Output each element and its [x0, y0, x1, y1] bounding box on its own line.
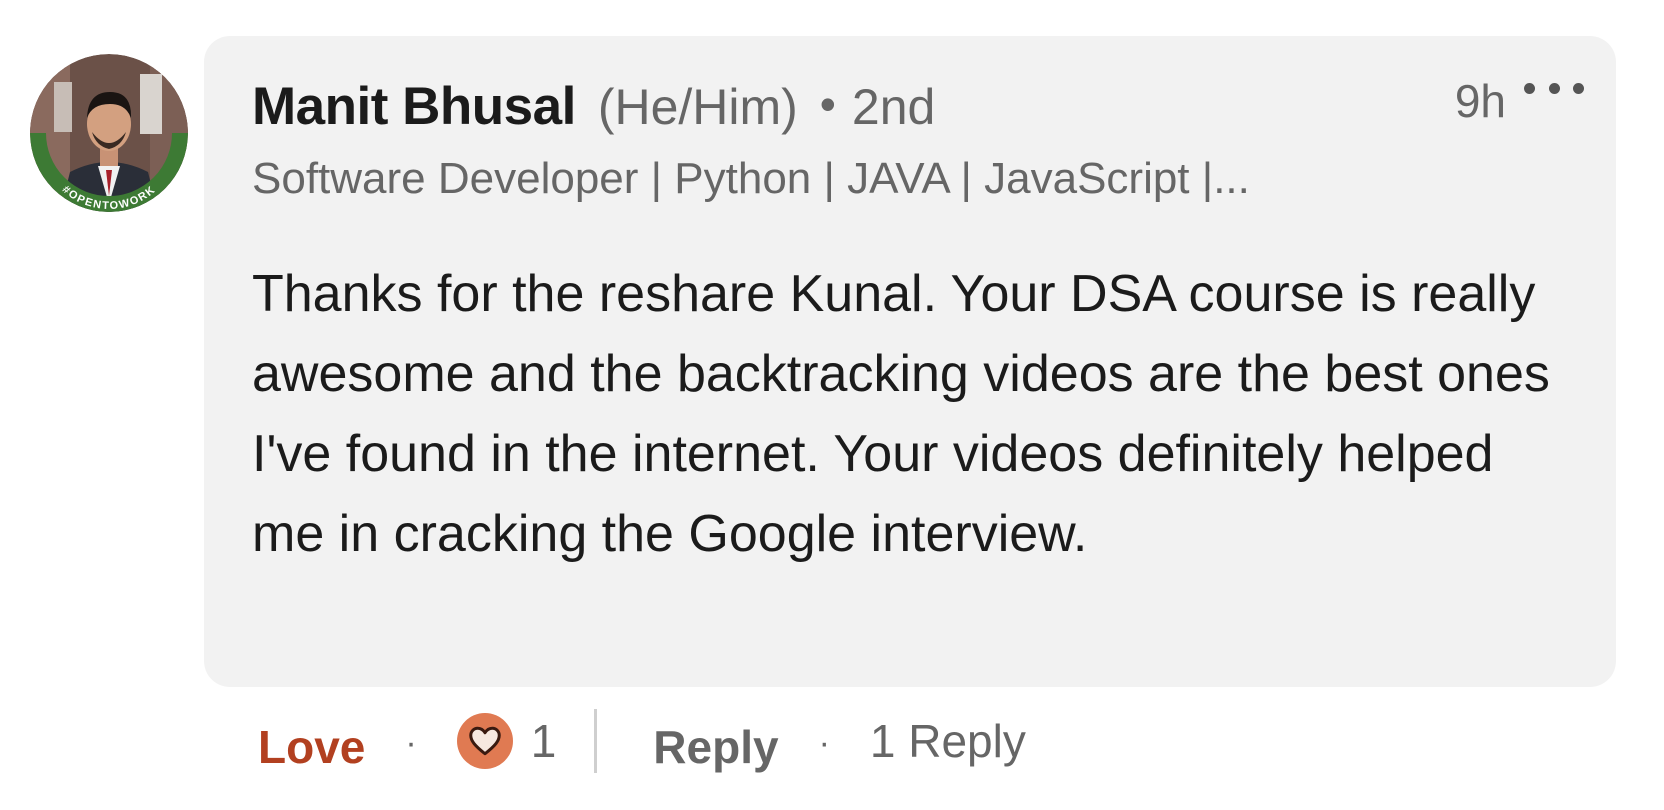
comment-timestamp: 9h: [1454, 75, 1506, 127]
heart-icon: [456, 713, 513, 769]
reply-button[interactable]: Reply: [653, 720, 778, 774]
comment-actions: Love · 1 Reply · 1 Reply: [258, 706, 1026, 776]
header-separator: •: [819, 78, 836, 130]
action-separator: ·: [405, 723, 417, 762]
comment-header: Manit Bhusal (He/Him) • 2nd: [252, 76, 935, 137]
more-options-button[interactable]: [1524, 68, 1584, 108]
action-divider: [594, 709, 598, 773]
reaction-count: 1: [530, 715, 557, 767]
comment-text: Thanks for the reshare Kunal. Your DSA c…: [252, 265, 1550, 563]
action-separator: ·: [818, 723, 830, 762]
more-horizontal-icon-dot: [1573, 82, 1584, 94]
love-reaction-button[interactable]: Love: [258, 720, 365, 774]
author-headline: Software Developer | Python | JAVA | Jav…: [252, 154, 1250, 203]
reaction-summary[interactable]: 1: [456, 713, 557, 769]
author-avatar[interactable]: #OPENTOWORK: [30, 54, 188, 212]
author-pronouns: (He/Him): [597, 79, 798, 135]
avatar-photo: #OPENTOWORK: [30, 54, 188, 212]
view-replies-link[interactable]: 1 Reply: [870, 714, 1026, 768]
more-horizontal-icon-dot: [1548, 82, 1560, 94]
author-name[interactable]: Manit Bhusal: [252, 76, 576, 137]
connection-degree: 2nd: [851, 79, 936, 135]
more-horizontal-icon: [1524, 82, 1535, 94]
comment-bubble: Manit Bhusal (He/Him) • 2nd Software Dev…: [204, 36, 1616, 687]
